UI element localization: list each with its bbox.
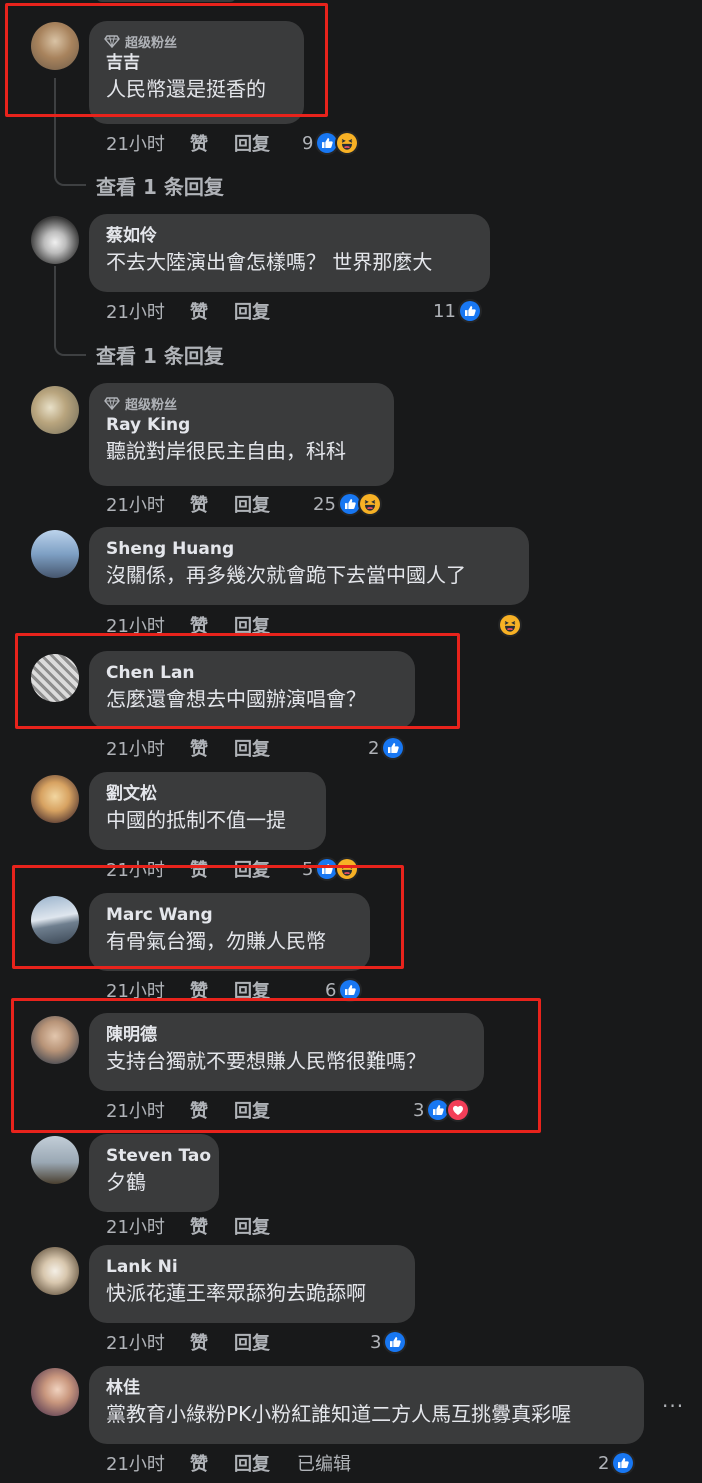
comment-bubble: 超级粉丝 Ray King 聽說對岸很民主自由，科科 [89,383,394,486]
edited-label: 已编辑 [297,1454,351,1475]
comment-time[interactable]: 21小时 [106,298,190,324]
highlight-box [11,998,541,1133]
highlight-box [15,633,460,729]
comment-actions: 21小时 赞 回复 已编辑 [106,1450,351,1476]
reply-button[interactable]: 回复 [234,298,297,324]
avatar[interactable] [31,1247,79,1295]
comment-bubble: Steven Tao 夕鶴 [89,1134,219,1212]
comment-bubble: 林佳 黨教育小綠粉PK小粉紅誰知道二方人馬互挑釁真彩喔 [89,1366,644,1444]
comment-bubble: Sheng Huang 沒關係，再多幾次就會跪下去當中國人了 [89,527,529,605]
comment-time[interactable]: 21小时 [106,735,190,761]
reply-button[interactable]: 回复 [234,130,297,156]
highlight-box [5,3,328,117]
diamond-icon [104,397,120,411]
reply-button[interactable]: 回复 [234,1213,297,1239]
like-button[interactable]: 赞 [190,1329,234,1355]
reply-button[interactable]: 回复 [234,1329,297,1355]
like-button[interactable]: 赞 [190,130,234,156]
like-reaction-icon [381,736,406,760]
reaction-count[interactable]: 2 [598,1450,636,1476]
comment-actions: 21小时 赞 回复 [106,298,297,324]
comment-actions: 21小时 赞 回复 [106,1329,297,1355]
like-reaction-icon [383,1330,408,1354]
avatar[interactable] [31,1368,79,1416]
comment-bubble: Lank Ni 快派花蓮王率眾舔狗去跪舔啊 [89,1245,415,1323]
reply-thread-line [54,266,86,356]
comment-text: 快派花蓮王率眾舔狗去跪舔啊 [106,1281,366,1305]
view-replies-link[interactable]: 查看 1 条回复 [96,340,224,369]
avatar[interactable] [31,530,79,578]
haha-reaction-icon [335,131,360,155]
comment-time[interactable]: 21小时 [106,491,190,517]
like-button[interactable]: 赞 [190,1450,234,1476]
like-reaction-icon [611,1451,636,1475]
reaction-count[interactable]: 9 [302,130,360,156]
super-fan-badge: 超级粉丝 [104,393,376,413]
reaction-count[interactable]: 11 [433,298,482,324]
reaction-count[interactable]: 25 [313,491,382,517]
avatar[interactable] [31,1136,79,1184]
comment-actions: 21小时 赞 回复 [106,1213,297,1239]
comment-text: 夕鶴 [106,1170,146,1194]
comment-actions: 21小时 赞 回复 [106,130,297,156]
comment-time[interactable]: 21小时 [106,1450,190,1476]
comment-actions: 21小时 赞 回复 [106,735,297,761]
reply-button[interactable]: 回复 [234,735,297,761]
avatar[interactable] [31,216,79,264]
avatar[interactable] [31,775,79,823]
comment-text: 中國的抵制不值一提 [106,808,286,832]
comment-time[interactable]: 21小时 [106,130,190,156]
comment-text: 不去大陸演出會怎樣嗎？ 世界那麼大 [106,250,433,274]
comment-bubble: 蔡如伶 不去大陸演出會怎樣嗎？ 世界那麼大 [89,214,490,292]
reaction-count[interactable] [498,612,522,638]
commenter-name[interactable]: 蔡如伶 [106,224,472,248]
like-button[interactable]: 赞 [190,491,234,517]
avatar[interactable] [31,386,79,434]
reaction-count[interactable]: 2 [368,735,406,761]
haha-reaction-icon [498,613,522,637]
commenter-name[interactable]: 劉文松 [106,782,308,806]
comment-actions: 21小时 赞 回复 [106,491,297,517]
like-reaction-icon [457,299,482,323]
commenter-name[interactable]: Lank Ni [106,1255,397,1279]
haha-reaction-icon [357,492,382,516]
comment-text: 黨教育小綠粉PK小粉紅誰知道二方人馬互挑釁真彩喔 [106,1402,572,1426]
comment-bubble: 劉文松 中國的抵制不值一提 [89,772,326,850]
like-button[interactable]: 赞 [190,298,234,324]
highlight-box [12,865,404,969]
comment-text: 沒關係，再多幾次就會跪下去當中國人了 [106,563,466,587]
commenter-name[interactable]: Sheng Huang [106,537,511,561]
commenter-name[interactable]: 林佳 [106,1376,626,1400]
reply-button[interactable]: 回复 [234,1450,297,1476]
comment-time[interactable]: 21小时 [106,1329,190,1355]
like-button[interactable]: 赞 [190,1213,234,1239]
reaction-count[interactable]: 3 [370,1329,408,1355]
commenter-name[interactable]: Ray King [106,413,376,437]
view-replies-link[interactable]: 查看 1 条回复 [96,171,224,200]
previous-comment-edge [96,0,236,2]
like-button[interactable]: 赞 [190,735,234,761]
more-options-button[interactable]: ··· [662,1394,684,1418]
comment-time[interactable]: 21小时 [106,1213,190,1239]
commenter-name[interactable]: Steven Tao [106,1144,211,1168]
comment-text: 聽說對岸很民主自由，科科 [106,439,346,463]
reply-button[interactable]: 回复 [234,491,297,517]
